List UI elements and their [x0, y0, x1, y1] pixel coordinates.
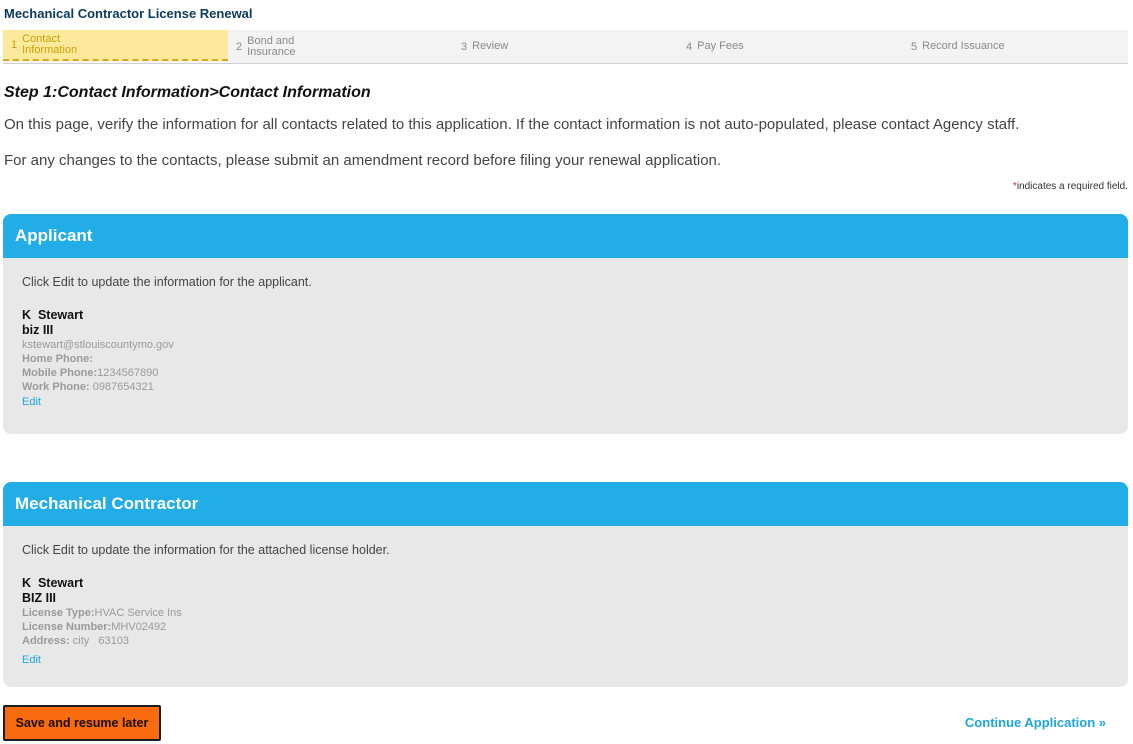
contractor-panel: Mechanical Contractor Click Edit to upda… — [3, 482, 1128, 687]
contractor-license-number: License Number:MHV02492 — [22, 621, 167, 633]
app-title: Mechanical Contractor License Renewal — [4, 6, 253, 21]
step-number: 4 — [686, 40, 693, 53]
contractor-business: BIZ III — [22, 591, 57, 605]
step-number: 3 — [461, 40, 468, 53]
applicant-mobile-phone: Mobile Phone:1234567890 — [22, 367, 159, 379]
contractor-license-type: License Type:HVAC Service Ins — [22, 607, 182, 619]
step-bond-and-insurance: 2 Bond and Insurance — [236, 30, 295, 63]
applicant-instruction: Click Edit to update the information for… — [22, 275, 312, 289]
save-and-resume-later-button[interactable]: Save and resume later — [3, 705, 161, 741]
contractor-edit-link[interactable]: Edit — [22, 653, 1109, 667]
applicant-email: kstewart@stlouiscountymo.gov — [22, 339, 174, 351]
step-review: 3 Review — [461, 30, 508, 63]
step-label: Record Issuance — [922, 40, 1005, 52]
intro-text: On this page, verify the information for… — [4, 116, 1020, 133]
step-contact-information: 1 Contact Information — [3, 30, 228, 61]
applicant-name: K Stewart — [22, 308, 84, 322]
step-record-issuance: 5 Record Issuance — [911, 30, 1005, 63]
page: Mechanical Contractor License Renewal 1 … — [0, 0, 1133, 744]
step-label: Bond and Insurance — [247, 34, 296, 58]
contractor-panel-body: Click Edit to update the information for… — [3, 526, 1128, 684]
applicant-home-phone: Home Phone: — [22, 353, 93, 365]
page-heading: Step 1:Contact Information>Contact Infor… — [4, 84, 371, 101]
applicant-panel: Applicant Click Edit to update the infor… — [3, 214, 1128, 434]
contractor-instruction: Click Edit to update the information for… — [22, 543, 390, 557]
required-field-note: *indicates a required field. — [1013, 181, 1128, 192]
amendment-note: For any changes to the contacts, please … — [4, 152, 722, 169]
applicant-panel-body: Click Edit to update the information for… — [3, 258, 1128, 426]
continue-application-link[interactable]: Continue Application » — [965, 715, 1106, 730]
contractor-panel-title: Mechanical Contractor — [3, 482, 1128, 526]
applicant-business: biz III — [22, 323, 54, 337]
applicant-panel-title: Applicant — [3, 214, 1128, 258]
step-label: Contact Information — [22, 32, 78, 56]
step-progress-bar: 1 Contact Information 2 Bond and Insuran… — [3, 30, 1128, 64]
step-number: 1 — [11, 38, 18, 51]
step-number: 5 — [911, 40, 918, 53]
applicant-work-phone: Work Phone: 0987654321 — [22, 381, 154, 393]
step-label: Review — [472, 40, 509, 52]
step-pay-fees: 4 Pay Fees — [686, 30, 744, 63]
contractor-name: K Stewart — [22, 576, 84, 590]
step-label: Pay Fees — [697, 40, 744, 52]
contractor-address: Address: city 63103 — [22, 635, 130, 647]
step-number: 2 — [236, 40, 243, 53]
required-note-text: indicates a required field. — [1016, 181, 1128, 192]
applicant-edit-link[interactable]: Edit — [22, 395, 1109, 409]
